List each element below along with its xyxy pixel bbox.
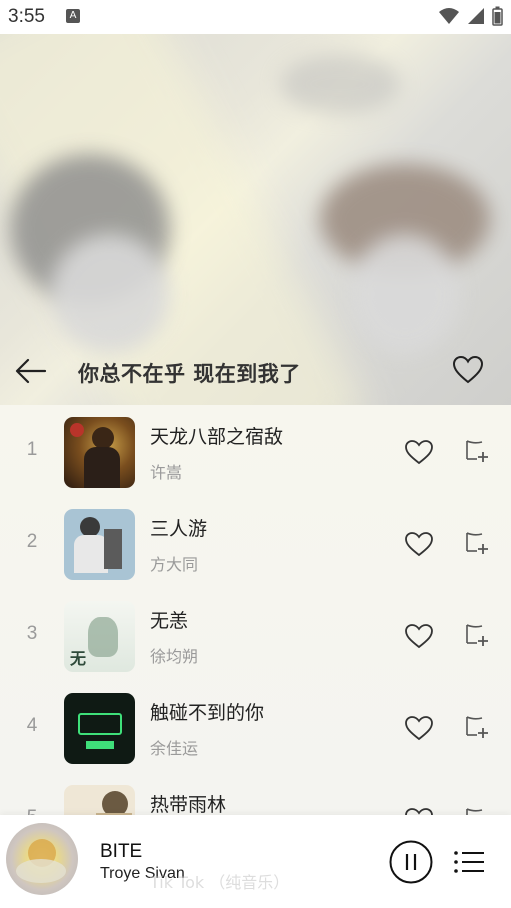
song-name: 触碰不到的你: [150, 702, 265, 724]
status-icons: [438, 6, 503, 26]
back-arrow-icon[interactable]: [14, 356, 48, 386]
like-heart-icon[interactable]: [404, 622, 434, 650]
add-to-playlist-icon[interactable]: [462, 622, 490, 650]
song-artist: 方大同: [150, 555, 199, 574]
like-heart-icon[interactable]: [404, 438, 434, 466]
wifi-icon: [439, 8, 459, 24]
favorite-playlist-heart-icon[interactable]: [452, 354, 484, 386]
album-cover: [64, 785, 135, 815]
album-cover: 无: [64, 601, 135, 672]
status-bar: 3:55 A: [0, 0, 511, 34]
playlist-queue-icon[interactable]: [453, 849, 485, 875]
title-row: 你总不在乎 现在到我了: [0, 342, 511, 402]
song-list: 1 天龙八部之宿敌 许嵩 2 三人游 方大同 3 无 无恙 徐均朔 4 触碰不到…: [0, 405, 511, 815]
song-name: 热带雨林: [150, 794, 227, 815]
song-index: 5: [20, 807, 44, 815]
pause-button[interactable]: [389, 840, 433, 884]
album-cover: [64, 417, 135, 488]
like-heart-icon[interactable]: [404, 530, 434, 558]
add-to-playlist-icon[interactable]: [462, 714, 490, 742]
song-name: 无恙: [150, 610, 189, 632]
mini-player[interactable]: BITE Troye Sivan Tik Tok （纯音乐）: [0, 815, 511, 908]
song-row[interactable]: 2 三人游 方大同: [0, 497, 511, 589]
page-title: 你总不在乎 现在到我了: [78, 362, 301, 386]
song-index: 1: [26, 439, 38, 460]
song-index: 2: [26, 531, 38, 552]
song-row[interactable]: 4 触碰不到的你 余佳运: [0, 681, 511, 773]
song-artist: 余佳运: [150, 739, 199, 758]
status-time: 3:55: [8, 6, 45, 27]
song-row[interactable]: 5 热带雨林: [0, 773, 511, 815]
song-index: 4: [26, 715, 38, 736]
add-to-playlist-icon[interactable]: [462, 438, 490, 466]
album-cover: [64, 693, 135, 764]
song-row[interactable]: 1 天龙八部之宿敌 许嵩: [0, 405, 511, 497]
battery-icon: [492, 6, 503, 26]
song-artist: 许嵩: [150, 463, 183, 482]
song-name: 三人游: [150, 518, 208, 540]
like-heart-icon[interactable]: [404, 806, 434, 815]
song-row[interactable]: 3 无 无恙 徐均朔: [0, 589, 511, 681]
next-song-ghost-text: Tik Tok （纯音乐）: [150, 873, 290, 892]
album-cover: [64, 509, 135, 580]
signal-icon: [468, 8, 484, 24]
notification-icon: A: [66, 9, 80, 23]
song-index: 3: [26, 623, 38, 644]
add-to-playlist-icon[interactable]: [462, 806, 490, 815]
now-playing-cover[interactable]: [6, 823, 78, 895]
song-artist: 徐均朔: [150, 647, 199, 666]
add-to-playlist-icon[interactable]: [462, 530, 490, 558]
now-playing-title: BITE: [100, 841, 143, 862]
like-heart-icon[interactable]: [404, 714, 434, 742]
song-name: 天龙八部之宿敌: [150, 426, 284, 448]
